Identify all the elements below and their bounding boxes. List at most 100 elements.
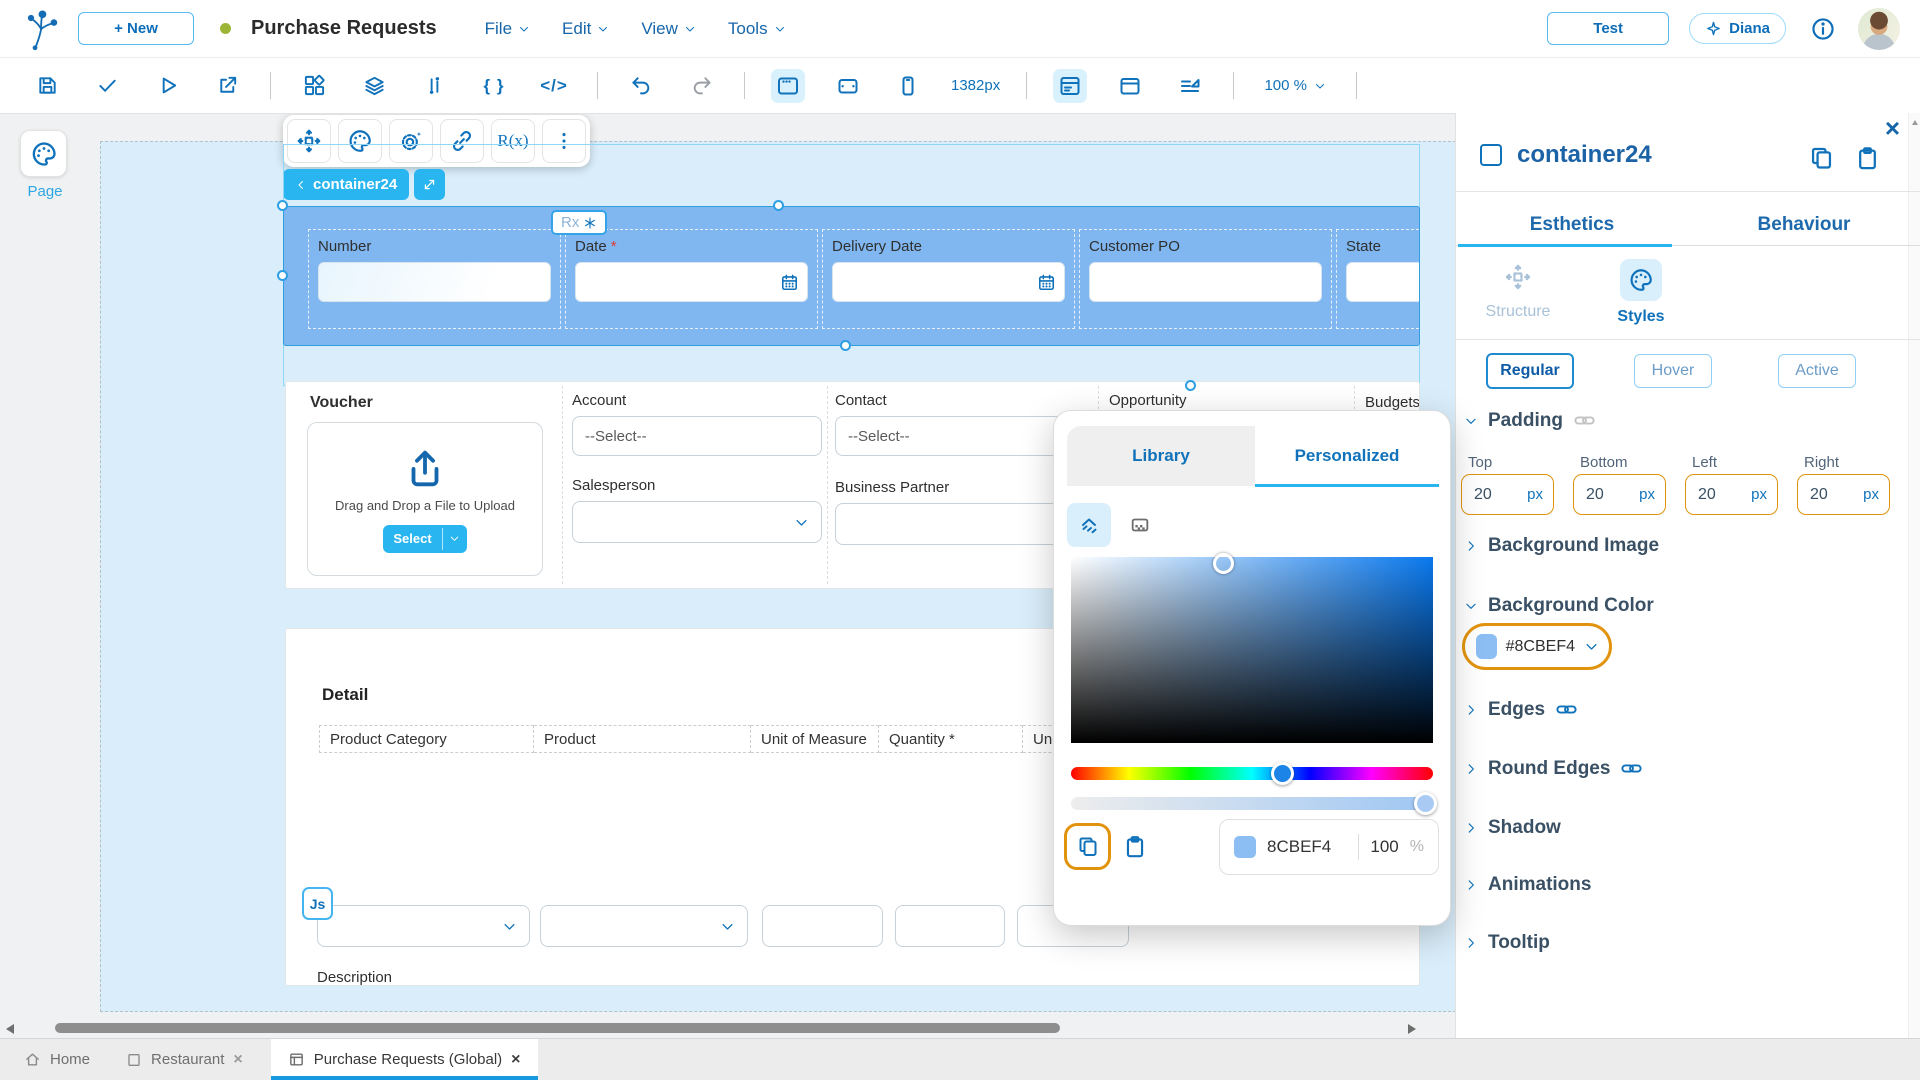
selection-handle[interactable] bbox=[277, 200, 288, 211]
file-dropzone[interactable]: Drag and Drop a File to Upload Select bbox=[307, 422, 543, 576]
state-input[interactable] bbox=[1346, 262, 1419, 302]
column-header[interactable]: Unit of Measure bbox=[751, 725, 879, 753]
selection-handle[interactable] bbox=[1185, 380, 1196, 391]
menu-edit[interactable]: Edit bbox=[562, 19, 609, 39]
panel-scrollbar[interactable] bbox=[1908, 113, 1920, 1038]
opacity-slider[interactable] bbox=[1071, 797, 1433, 810]
page-layout-button[interactable] bbox=[1053, 68, 1088, 103]
scroll-right-arrow[interactable] bbox=[1408, 1024, 1416, 1034]
paste-icon[interactable] bbox=[1122, 834, 1148, 860]
header-layout-button[interactable] bbox=[1113, 69, 1147, 103]
padding-top-input[interactable]: 20 px bbox=[1461, 474, 1554, 515]
redo-button[interactable] bbox=[684, 69, 718, 103]
state-hover-button[interactable]: Hover bbox=[1634, 354, 1712, 388]
menu-tools[interactable]: Tools bbox=[728, 19, 786, 39]
select-file-button[interactable]: Select bbox=[383, 524, 467, 553]
page-styles-button[interactable] bbox=[20, 130, 67, 177]
section-background-color[interactable]: Background Color bbox=[1464, 595, 1654, 617]
section-animations[interactable]: Animations bbox=[1464, 874, 1591, 896]
padding-left-input[interactable]: 20 px bbox=[1685, 474, 1778, 515]
padding-right-input[interactable]: 20 px bbox=[1797, 474, 1890, 515]
section-background-image[interactable]: Background Image bbox=[1464, 535, 1659, 557]
menu-view[interactable]: View bbox=[641, 19, 696, 39]
field-number[interactable]: Number bbox=[308, 229, 561, 329]
toggle-structure[interactable]: Structure bbox=[1474, 263, 1562, 321]
menu-file[interactable]: File bbox=[485, 19, 530, 39]
close-icon[interactable]: × bbox=[511, 1051, 520, 1069]
column-header[interactable]: Product Category bbox=[319, 725, 534, 753]
chevron-down-icon[interactable] bbox=[443, 525, 467, 553]
variables-button[interactable]: { } bbox=[477, 69, 511, 103]
desktop-view-button[interactable] bbox=[771, 68, 805, 103]
zoom-control[interactable]: 100 % bbox=[1260, 69, 1330, 103]
date-input[interactable] bbox=[575, 262, 808, 302]
js-badge[interactable]: Js bbox=[302, 887, 333, 920]
copy-icon[interactable] bbox=[1808, 145, 1835, 172]
test-button[interactable]: Test bbox=[1547, 12, 1670, 45]
solid-fill-mode-button[interactable] bbox=[1067, 503, 1111, 547]
validate-button[interactable] bbox=[90, 69, 124, 103]
info-icon[interactable] bbox=[1810, 16, 1836, 42]
alignment-button[interactable] bbox=[1173, 69, 1207, 103]
page-tool[interactable]: Page bbox=[20, 130, 70, 200]
field-date[interactable]: Date * bbox=[565, 229, 818, 329]
tab-esthetics[interactable]: Esthetics bbox=[1456, 205, 1688, 245]
rx-formula-badge[interactable]: Rx bbox=[551, 210, 608, 235]
gradient-handle[interactable] bbox=[1213, 553, 1234, 574]
contact-select[interactable]: --Select-- bbox=[835, 416, 1065, 456]
tab-library[interactable]: Library bbox=[1067, 426, 1255, 486]
selection-handle[interactable] bbox=[840, 340, 851, 351]
toggle-styles[interactable]: Styles bbox=[1611, 259, 1671, 326]
tab-purchase-requests[interactable]: Purchase Requests (Global) × bbox=[270, 1039, 538, 1080]
section-round-edges[interactable]: Round Edges bbox=[1464, 757, 1643, 780]
selected-container[interactable]: Number Date* Delivery Date Customer PO bbox=[283, 206, 1420, 346]
app-logo-icon[interactable] bbox=[20, 7, 64, 51]
save-button[interactable] bbox=[30, 69, 64, 103]
link-icon[interactable] bbox=[1620, 757, 1643, 780]
column-header[interactable]: Product bbox=[534, 725, 751, 753]
number-input[interactable] bbox=[318, 262, 551, 302]
assistant-button[interactable]: Diana bbox=[1689, 13, 1786, 44]
unit-of-measure-input[interactable] bbox=[762, 905, 883, 947]
layers-button[interactable] bbox=[357, 69, 391, 103]
horizontal-scrollbar[interactable] bbox=[55, 1023, 1060, 1033]
scroll-up-arrow[interactable] bbox=[1912, 117, 1918, 125]
close-icon[interactable]: × bbox=[233, 1051, 242, 1069]
section-shadow[interactable]: Shadow bbox=[1464, 817, 1561, 839]
padding-bottom-input[interactable]: 20 px bbox=[1573, 474, 1666, 515]
user-avatar[interactable] bbox=[1858, 7, 1900, 50]
saturation-gradient-area[interactable] bbox=[1071, 557, 1433, 743]
product-category-select[interactable] bbox=[317, 905, 530, 947]
hue-slider[interactable] bbox=[1071, 767, 1433, 780]
tab-personalized[interactable]: Personalized bbox=[1255, 426, 1439, 486]
field-customer-po[interactable]: Customer PO bbox=[1079, 229, 1332, 329]
hex-value-field[interactable]: 8CBEF4 bbox=[1267, 837, 1331, 857]
connectors-button[interactable] bbox=[417, 69, 451, 103]
calendar-icon[interactable] bbox=[1037, 273, 1056, 292]
scroll-left-arrow[interactable] bbox=[6, 1024, 14, 1034]
paste-icon[interactable] bbox=[1854, 145, 1881, 172]
section-tooltip[interactable]: Tooltip bbox=[1464, 932, 1550, 954]
source-code-button[interactable]: </> bbox=[537, 69, 571, 103]
state-active-button[interactable]: Active bbox=[1778, 354, 1856, 388]
mobile-view-button[interactable] bbox=[891, 69, 925, 103]
undo-button[interactable] bbox=[624, 69, 658, 103]
account-select[interactable]: --Select-- bbox=[572, 416, 822, 456]
field-state[interactable]: State bbox=[1336, 229, 1419, 329]
customer-po-input[interactable] bbox=[1089, 262, 1322, 302]
copy-color-button[interactable] bbox=[1064, 823, 1111, 870]
selection-handle[interactable] bbox=[773, 200, 784, 211]
selection-handle[interactable] bbox=[277, 270, 288, 281]
delivery-date-input[interactable] bbox=[832, 262, 1065, 302]
components-button[interactable] bbox=[297, 69, 331, 103]
opacity-slider-handle[interactable] bbox=[1414, 792, 1437, 815]
gradient-mode-button[interactable] bbox=[1122, 507, 1158, 543]
quantity-input[interactable] bbox=[895, 905, 1005, 947]
hue-slider-handle[interactable] bbox=[1271, 762, 1294, 785]
salesperson-select[interactable] bbox=[572, 501, 822, 543]
new-button[interactable]: + New bbox=[78, 12, 194, 45]
tab-restaurant[interactable]: Restaurant × bbox=[108, 1039, 261, 1080]
business-partner-input[interactable] bbox=[835, 503, 1065, 545]
state-regular-button[interactable]: Regular bbox=[1486, 353, 1574, 389]
section-edges[interactable]: Edges bbox=[1464, 698, 1578, 721]
